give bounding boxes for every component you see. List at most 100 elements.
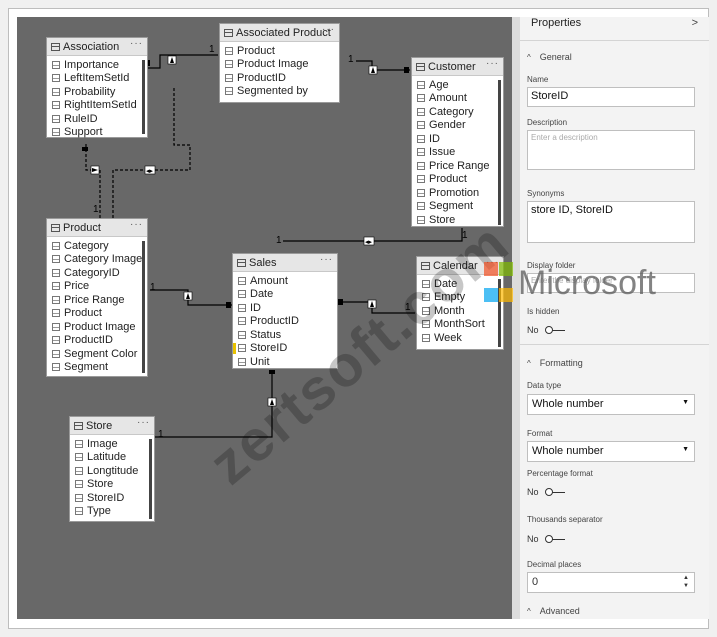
format-dropdown[interactable]: Whole number ▼ [527, 441, 695, 462]
field-row[interactable]: Latitude [75, 451, 154, 465]
table-customer[interactable]: Customer ··· Age Amount Category Gender … [411, 57, 504, 227]
dropdown-value: Whole number [532, 445, 604, 457]
field-label: Product [429, 173, 467, 186]
field-icon [52, 268, 60, 277]
relationship-association-product[interactable]: 1 [82, 144, 101, 218]
relationship-associated-product-customer[interactable]: 1 [348, 54, 410, 75]
field-row[interactable]: ID [417, 132, 503, 146]
field-row[interactable]: Image [75, 437, 154, 451]
cardinality-one-label: 1 [158, 429, 164, 440]
relationship-association-associated-product[interactable]: 1 [145, 44, 218, 69]
collapse-panel-icon[interactable]: > [692, 17, 698, 29]
field-row[interactable]: Type [75, 505, 154, 519]
field-row[interactable]: LeftItemSetId [52, 72, 147, 86]
table-association[interactable]: Association ··· Importance LeftItemSetId… [46, 37, 148, 138]
field-row[interactable]: Segment [417, 200, 503, 214]
field-row[interactable]: Store [75, 478, 154, 492]
field-icon [417, 202, 425, 211]
more-options-icon[interactable]: ··· [320, 254, 333, 265]
table-name: Associated Product [236, 26, 331, 39]
field-row[interactable]: Longtitude [75, 464, 154, 478]
more-options-icon[interactable]: ··· [137, 417, 150, 428]
field-row[interactable]: Promotion [417, 186, 503, 200]
field-row[interactable]: Age [417, 78, 503, 92]
field-icon [417, 121, 425, 130]
field-icon [417, 175, 425, 184]
field-label: Status [250, 328, 282, 341]
table-scrollbar[interactable] [142, 60, 145, 134]
decimal-places-input[interactable]: 0 ▲ ▼ [527, 572, 695, 593]
section-formatting[interactable]: ^ Formatting [527, 358, 583, 368]
field-row[interactable]: RightItemSetId [52, 99, 147, 113]
table-header[interactable]: Store ··· [70, 417, 154, 435]
field-icon [417, 161, 425, 170]
table-header[interactable]: Associated Product ··· [220, 24, 339, 42]
section-advanced[interactable]: ^ Advanced [527, 606, 580, 616]
more-options-icon[interactable]: ··· [130, 38, 143, 49]
field-row[interactable]: Date [238, 288, 337, 302]
field-row[interactable]: ID [238, 301, 337, 315]
field-row[interactable]: Segmented by [225, 85, 339, 99]
toggle-switch-icon [544, 326, 565, 334]
percentage-format-toggle[interactable]: No [527, 487, 565, 497]
field-row[interactable]: Product [225, 44, 339, 58]
field-row[interactable]: Amount [238, 274, 337, 288]
field-row[interactable]: Product Image [225, 58, 339, 72]
table-store[interactable]: Store ··· Image Latitude Longtitude Stor… [69, 416, 155, 522]
field-row[interactable]: Amount [417, 92, 503, 106]
relationship-product-sales[interactable]: 1 [150, 282, 232, 308]
is-hidden-toggle[interactable]: No [527, 325, 565, 335]
field-row[interactable]: Category Image [52, 253, 147, 267]
table-scrollbar[interactable] [498, 80, 501, 225]
field-row[interactable]: Issue [417, 146, 503, 160]
field-row[interactable]: ProductID [52, 334, 147, 348]
field-icon [75, 453, 83, 462]
chevron-down-icon: ▼ [682, 446, 689, 453]
table-associated-product[interactable]: Associated Product ··· Product Product I… [219, 23, 340, 103]
table-scrollbar[interactable] [142, 241, 145, 373]
selected-field-marker [233, 342, 236, 354]
table-header[interactable]: Association ··· [47, 38, 147, 56]
field-row[interactable]: Segment Color [52, 347, 147, 361]
field-row[interactable]: Category [417, 105, 503, 119]
data-type-dropdown[interactable]: Whole number ▼ [527, 394, 695, 415]
field-row[interactable]: Product [52, 307, 147, 321]
field-row[interactable]: RuleID [52, 112, 147, 126]
more-options-icon[interactable]: ··· [130, 219, 143, 230]
field-row[interactable]: Support [52, 126, 147, 140]
field-label: Importance [64, 58, 120, 71]
field-row[interactable]: Price Range [52, 293, 147, 307]
field-row[interactable]: Importance [52, 58, 147, 72]
more-options-icon[interactable]: ··· [486, 58, 499, 69]
field-row[interactable]: Price Range [417, 159, 503, 173]
field-row[interactable]: Product Image [52, 320, 147, 334]
table-product[interactable]: Product ··· Category Category Image Cate… [46, 218, 148, 377]
field-row[interactable]: Probability [52, 85, 147, 99]
field-icon [225, 46, 233, 55]
more-options-icon[interactable]: ··· [322, 24, 335, 35]
field-label: Image [87, 437, 118, 450]
table-scrollbar[interactable] [149, 439, 152, 519]
field-icon [52, 128, 60, 137]
field-row[interactable]: ProductID [225, 71, 339, 85]
field-row[interactable]: StoreID [75, 491, 154, 505]
section-general[interactable]: ^ General [527, 52, 572, 62]
field-row[interactable]: CategoryID [52, 266, 147, 280]
field-row[interactable]: Category [52, 239, 147, 253]
table-header[interactable]: Product ··· [47, 219, 147, 237]
field-row[interactable]: Gender [417, 119, 503, 133]
field-row[interactable]: Price [52, 280, 147, 294]
field-icon [75, 480, 83, 489]
table-header[interactable]: Customer ··· [412, 58, 503, 76]
synonyms-input[interactable]: store ID, StoreID [527, 201, 695, 243]
field-row[interactable]: Product [417, 173, 503, 187]
thousands-separator-toggle[interactable]: No [527, 534, 565, 544]
field-row[interactable]: ProductID [238, 315, 337, 329]
spinner-arrows-icon[interactable]: ▲ ▼ [683, 574, 689, 590]
table-header[interactable]: Sales ··· [233, 254, 337, 272]
field-label: Date [250, 288, 274, 301]
description-label: Description [527, 118, 568, 127]
description-input[interactable]: Enter a description [527, 130, 695, 170]
field-row[interactable]: Segment [52, 361, 147, 375]
name-input[interactable]: StoreID [527, 87, 695, 107]
